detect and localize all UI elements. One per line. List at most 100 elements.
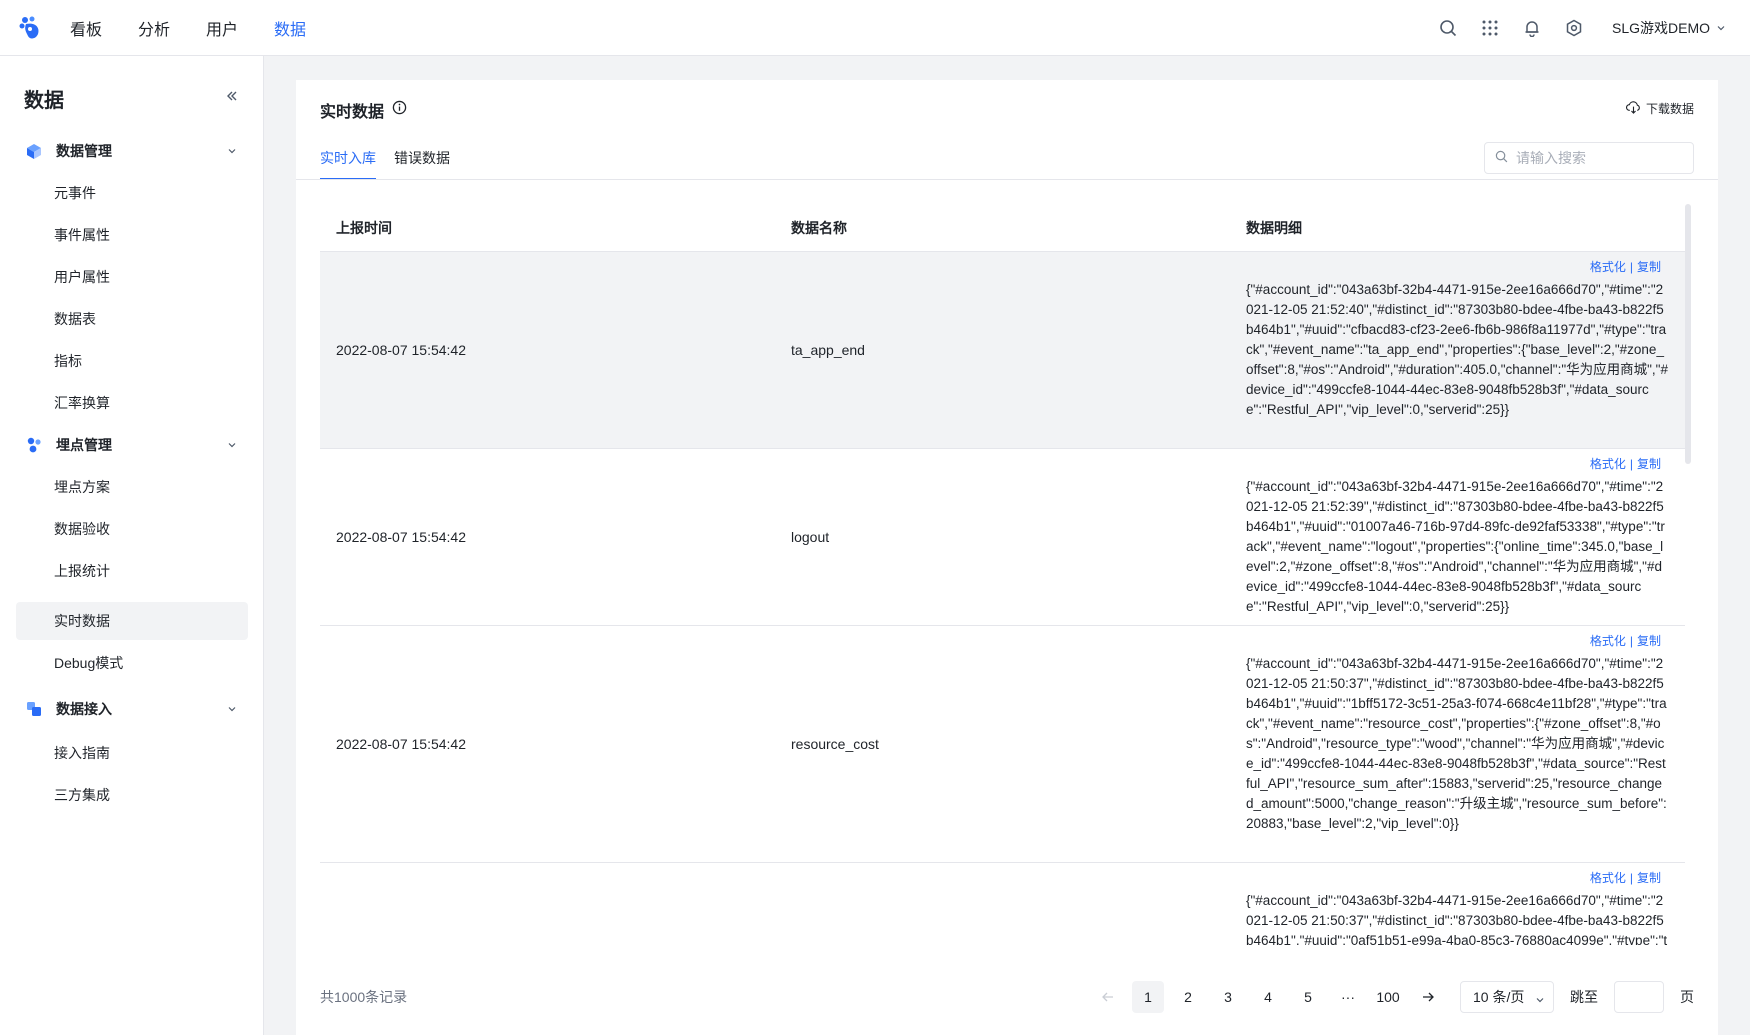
cell-report-time bbox=[320, 863, 775, 945]
page-button-4[interactable]: 4 bbox=[1252, 981, 1284, 1013]
download-label: 下载数据 bbox=[1645, 102, 1694, 116]
sidebar-item-exchange-rate[interactable]: 汇率换算 bbox=[16, 384, 248, 422]
cell-data-name bbox=[775, 863, 1230, 945]
page-button-1[interactable]: 1 bbox=[1132, 981, 1164, 1013]
top-right-tools: SLG游戏DEMO bbox=[1438, 18, 1726, 38]
row-actions: 格式化 | 复制 bbox=[1246, 455, 1669, 473]
sidebar-item-tracking-plan[interactable]: 埋点方案 bbox=[16, 468, 248, 506]
tab-bar: 实时入库 错误数据 bbox=[320, 148, 450, 180]
copy-button[interactable]: 复制 bbox=[1637, 871, 1661, 885]
sidebar-item-realtime-data[interactable]: 实时数据 bbox=[16, 602, 248, 640]
sidebar-item-event-properties[interactable]: 事件属性 bbox=[16, 216, 248, 254]
page-size-value: 10 条/页 bbox=[1473, 989, 1525, 1005]
sidebar-group-data-management[interactable]: 数据管理 bbox=[16, 132, 248, 170]
sidebar-item-report-stats[interactable]: 上报统计 bbox=[16, 552, 248, 590]
nav-item-analysis[interactable]: 分析 bbox=[138, 16, 170, 40]
nav-item-users[interactable]: 用户 bbox=[206, 16, 238, 40]
sidebar-item-metrics[interactable]: 指标 bbox=[16, 342, 248, 380]
sidebar-group-data-ingestion[interactable]: 数据接入 bbox=[16, 690, 248, 728]
format-button[interactable]: 格式化 bbox=[1590, 634, 1626, 648]
nodes-icon bbox=[22, 433, 46, 457]
sidebar-item-third-party[interactable]: 三方集成 bbox=[16, 776, 248, 814]
tab-error-data[interactable]: 错误数据 bbox=[394, 148, 450, 180]
logo-icon[interactable] bbox=[0, 0, 60, 56]
page-button-3[interactable]: 3 bbox=[1212, 981, 1244, 1013]
realtime-data-card: 实时数据 下载数据 实时入库 错误数据 上报时间 数据名称 数据明细 2022-… bbox=[296, 80, 1718, 1035]
page-ellipsis[interactable]: ··· bbox=[1332, 981, 1364, 1013]
row-actions: 格式化 | 复制 bbox=[1246, 869, 1669, 887]
table-header: 上报时间 数据名称 数据明细 bbox=[320, 204, 1685, 252]
nav-item-dashboard[interactable]: 看板 bbox=[70, 16, 102, 40]
table-row[interactable]: 2022-08-07 15:54:42 ta_app_end 格式化 | 复制 {"… bbox=[320, 252, 1685, 449]
cell-data-detail: 格式化 | 复制 {"#account_id":"043a63bf-32b4-447… bbox=[1230, 449, 1685, 625]
page-title: 实时数据 bbox=[320, 98, 407, 122]
prev-page-arrow-icon[interactable] bbox=[1092, 981, 1124, 1013]
format-button[interactable]: 格式化 bbox=[1590, 871, 1626, 885]
row-actions: 格式化 | 复制 bbox=[1246, 632, 1669, 650]
chevron-down-icon bbox=[1716, 20, 1726, 36]
table-row[interactable]: 2022-08-07 15:54:42 logout 格式化 | 复制 {"#acc… bbox=[320, 449, 1685, 626]
cell-data-detail: 格式化 | 复制 {"#account_id":"043a63bf-32b4-447… bbox=[1230, 863, 1685, 945]
table-row[interactable]: 格式化 | 复制 {"#account_id":"043a63bf-32b4-447… bbox=[320, 863, 1685, 945]
sidebar-group-tracking-management[interactable]: 埋点管理 bbox=[16, 426, 248, 464]
cell-data-detail: 格式化 | 复制 {"#account_id":"043a63bf-32b4-447… bbox=[1230, 252, 1685, 448]
sidebar-item-data-acceptance[interactable]: 数据验收 bbox=[16, 510, 248, 548]
next-page-arrow-icon[interactable] bbox=[1412, 981, 1444, 1013]
format-button[interactable]: 格式化 bbox=[1590, 457, 1626, 471]
action-separator: | bbox=[1629, 260, 1633, 274]
info-icon[interactable] bbox=[392, 100, 407, 120]
import-icon bbox=[22, 697, 46, 721]
json-detail: {"#account_id":"043a63bf-32b4-4471-915e-… bbox=[1246, 656, 1667, 831]
tab-divider bbox=[296, 179, 1718, 180]
jump-page-input[interactable] bbox=[1614, 981, 1664, 1013]
search-input[interactable] bbox=[1516, 150, 1686, 166]
table-row[interactable]: 2022-08-07 15:54:42 resource_cost 格式化 | 复制… bbox=[320, 626, 1685, 863]
copy-button[interactable]: 复制 bbox=[1637, 634, 1661, 648]
column-header-data-name: 数据名称 bbox=[791, 219, 847, 236]
collapse-sidebar-icon[interactable] bbox=[222, 86, 242, 106]
cell-report-time: 2022-08-07 15:54:42 bbox=[336, 736, 466, 752]
page-button-last[interactable]: 100 bbox=[1372, 981, 1404, 1013]
sidebar-group-label: 埋点管理 bbox=[56, 437, 112, 453]
chevron-down-icon bbox=[226, 439, 238, 451]
row-actions: 格式化 | 复制 bbox=[1246, 258, 1669, 276]
table-scrollbar[interactable] bbox=[1685, 204, 1691, 464]
pagination: 1 2 3 4 5 ··· 100 10 条/页 跳至 页 bbox=[1092, 981, 1694, 1013]
cell-data-name: resource_cost bbox=[791, 736, 879, 752]
bell-icon[interactable] bbox=[1522, 18, 1542, 38]
search-icon[interactable] bbox=[1438, 18, 1458, 38]
download-data-button[interactable]: 下载数据 bbox=[1626, 100, 1694, 117]
sidebar-title: 数据 bbox=[24, 90, 64, 112]
cell-report-time: 2022-08-07 15:54:42 bbox=[336, 342, 466, 358]
page-button-2[interactable]: 2 bbox=[1172, 981, 1204, 1013]
page-size-select[interactable]: 10 条/页 bbox=[1460, 981, 1554, 1013]
page-button-5[interactable]: 5 bbox=[1292, 981, 1324, 1013]
pagination-footer: 共1000条记录 1 2 3 4 5 ··· 100 10 条/页 跳至 页 bbox=[320, 977, 1694, 1017]
cell-report-time: 2022-08-07 15:54:42 bbox=[336, 529, 466, 545]
sidebar-group-label: 数据管理 bbox=[56, 143, 112, 159]
column-header-report-time: 上报时间 bbox=[336, 219, 392, 236]
gear-icon[interactable] bbox=[1564, 18, 1584, 38]
sidebar-item-meta-events[interactable]: 元事件 bbox=[16, 174, 248, 212]
json-detail: {"#account_id":"043a63bf-32b4-4471-915e-… bbox=[1246, 893, 1668, 945]
search-icon bbox=[1495, 150, 1508, 166]
copy-button[interactable]: 复制 bbox=[1637, 457, 1661, 471]
apps-grid-icon[interactable] bbox=[1480, 18, 1500, 38]
project-switcher[interactable]: SLG游戏DEMO bbox=[1612, 18, 1726, 38]
main-nav: 看板 分析 用户 数据 bbox=[70, 16, 306, 40]
chevron-down-icon bbox=[226, 703, 238, 715]
nav-item-data[interactable]: 数据 bbox=[274, 16, 306, 40]
sidebar-item-user-properties[interactable]: 用户属性 bbox=[16, 258, 248, 296]
column-header-data-detail: 数据明细 bbox=[1246, 219, 1302, 236]
cube-icon bbox=[22, 139, 46, 163]
format-button[interactable]: 格式化 bbox=[1590, 260, 1626, 274]
sidebar-item-data-tables[interactable]: 数据表 bbox=[16, 300, 248, 338]
tab-realtime-ingest[interactable]: 实时入库 bbox=[320, 148, 376, 180]
chevron-down-icon bbox=[226, 145, 238, 157]
copy-button[interactable]: 复制 bbox=[1637, 260, 1661, 274]
sidebar-item-integration-guide[interactable]: 接入指南 bbox=[16, 734, 248, 772]
sidebar: 数据 数据管理 元事件 事件属性 用户属性 数据表 指标 汇率换算 埋点管理 埋… bbox=[0, 56, 264, 1035]
action-separator: | bbox=[1629, 634, 1633, 648]
sidebar-item-debug-mode[interactable]: Debug模式 bbox=[16, 644, 248, 682]
project-name: SLG游戏DEMO bbox=[1611, 19, 1710, 36]
